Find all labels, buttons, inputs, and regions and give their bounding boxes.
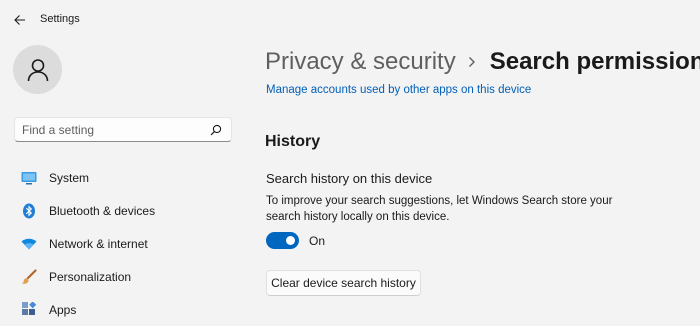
sidebar-item-label: Network & internet <box>49 236 148 251</box>
search-icon <box>210 124 222 136</box>
sidebar-item-network-internet[interactable]: Network & internet <box>14 227 234 260</box>
back-button[interactable] <box>10 10 30 30</box>
avatar[interactable] <box>13 45 62 94</box>
apps-icon <box>22 301 37 315</box>
page-title: Search permissions <box>489 48 700 75</box>
manage-accounts-link[interactable]: Manage accounts used by other apps on th… <box>266 84 531 96</box>
sidebar-nav: System Bluetooth & devices Network & int… <box>14 161 234 326</box>
sidebar-item-apps[interactable]: Apps <box>14 293 234 326</box>
user-icon <box>27 58 48 81</box>
breadcrumb: Privacy & security Search permissions <box>265 45 700 79</box>
breadcrumb-separator <box>468 56 476 68</box>
search-history-toggle[interactable] <box>266 232 299 249</box>
toggle-knob <box>286 236 295 245</box>
bluetooth-icon <box>23 203 35 218</box>
history-section-title: History <box>265 133 321 150</box>
search-button[interactable] <box>209 123 223 137</box>
title-bar: Settings <box>0 0 700 40</box>
search-history-description: To improve your search suggestions, let … <box>266 195 613 223</box>
search-history-setting-title: Search history on this device <box>266 171 433 186</box>
search-box <box>14 117 232 142</box>
app-title: Settings <box>40 13 80 25</box>
chevron-right-icon <box>468 57 475 67</box>
sidebar-item-label: Apps <box>49 302 77 317</box>
sidebar-item-personalization[interactable]: Personalization <box>14 260 234 293</box>
clear-search-history-button[interactable]: Clear device search history <box>266 270 421 296</box>
sidebar-item-bluetooth-devices[interactable]: Bluetooth & devices <box>14 194 234 227</box>
paintbrush-icon <box>21 268 37 284</box>
sidebar-item-label: Bluetooth & devices <box>49 203 156 218</box>
sidebar-item-label: System <box>49 170 90 185</box>
search-input[interactable] <box>22 121 202 139</box>
back-arrow-icon <box>14 15 25 25</box>
toggle-state-label: On <box>309 234 326 248</box>
sidebar-item-system[interactable]: System <box>14 161 234 194</box>
sidebar-item-label: Personalization <box>49 269 132 284</box>
wifi-icon <box>21 238 37 249</box>
breadcrumb-parent-link[interactable]: Privacy & security <box>265 48 456 76</box>
monitor-icon <box>21 171 37 184</box>
